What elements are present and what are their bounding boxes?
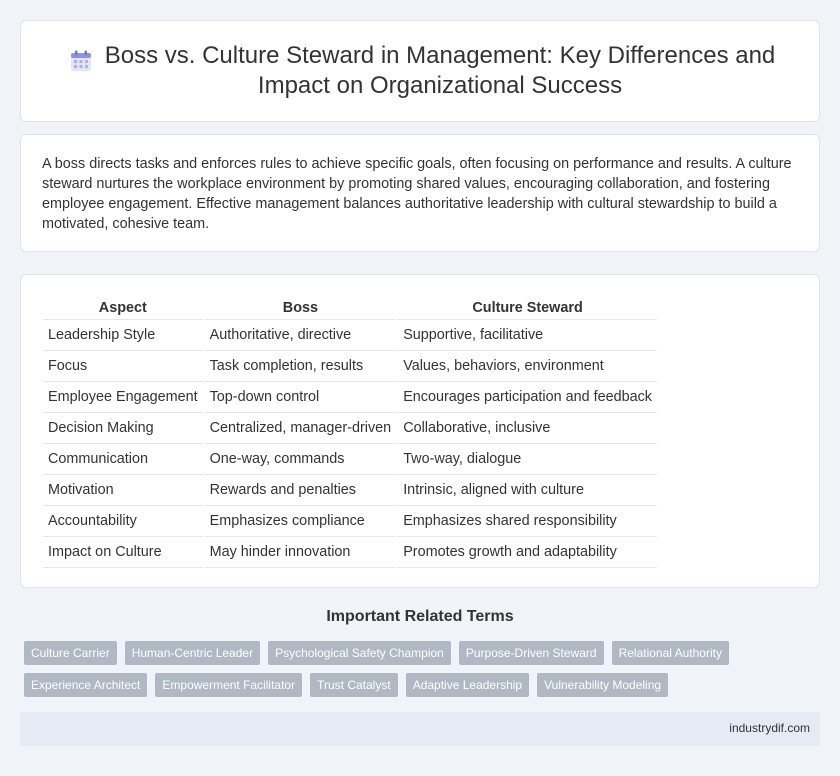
table-cell: May hinder innovation [203,536,399,568]
comparison-table: Aspect Boss Culture Steward Leadership S… [43,295,657,568]
related-term-tag[interactable]: Vulnerability Modeling [537,673,669,697]
related-term-tag[interactable]: Empowerment Facilitator [155,673,303,697]
table-row: Leadership Style Authoritative, directiv… [43,319,657,351]
related-term-tag[interactable]: Trust Catalyst [310,673,398,697]
table-row: Motivation Rewards and penalties Intrins… [43,474,657,506]
table-row: Focus Task completion, results Values, b… [43,350,657,382]
table-row: Communication One-way, commands Two-way,… [43,443,657,475]
table-cell: Leadership Style [43,319,205,351]
table-cell: Motivation [43,474,205,506]
table-cell: Emphasizes shared responsibility [397,505,657,537]
related-terms-heading: Important Related Terms [326,608,514,625]
table-cell: Accountability [43,505,205,537]
table-cell: Decision Making [43,412,205,444]
footer-site-link[interactable]: industrydif.com [729,721,810,735]
table-cell: Rewards and penalties [203,474,399,506]
table-cell: Supportive, facilitative [397,319,657,351]
table-cell: Authoritative, directive [203,319,399,351]
table-cell: Impact on Culture [43,536,205,568]
title-card: Boss vs. Culture Steward in Management: … [20,20,820,122]
table-cell: Top-down control [203,381,399,413]
table-cell: Centralized, manager-driven [203,412,399,444]
table-header-row: Aspect Boss Culture Steward [43,295,657,320]
related-term-tag[interactable]: Human-Centric Leader [124,641,261,665]
table-row: Impact on Culture May hinder innovation … [43,536,657,568]
table-cell: Collaborative, inclusive [397,412,657,444]
related-term-tag[interactable]: Experience Architect [24,673,148,697]
table-row: Employee Engagement Top-down control Enc… [43,381,657,413]
table-cell: Employee Engagement [43,381,205,413]
table-cell: Emphasizes compliance [203,505,399,537]
table-row: Accountability Emphasizes compliance Emp… [43,505,657,537]
related-term-tag[interactable]: Psychological Safety Champion [268,641,451,665]
related-term-tag[interactable]: Adaptive Leadership [405,673,530,697]
table-cell: Two-way, dialogue [397,443,657,475]
table-cell: Task completion, results [203,350,399,382]
table-cell: Values, behaviors, environment [397,350,657,382]
comparison-card: Aspect Boss Culture Steward Leadership S… [20,274,820,588]
related-term-tag[interactable]: Purpose-Driven Steward [458,641,604,665]
table-row: Decision Making Centralized, manager-dri… [43,412,657,444]
related-term-tag[interactable]: Relational Authority [611,641,729,665]
page-title: Boss vs. Culture Steward in Management: … [104,42,776,99]
table-cell: Focus [43,350,205,382]
related-term-tag[interactable]: Culture Carrier [24,641,117,665]
table-cell: Communication [43,443,205,475]
related-terms-list: Culture Carrier Human-Centric Leader Psy… [24,641,744,697]
table-cell: One-way, commands [203,443,399,475]
column-header-boss: Boss [203,295,399,320]
intro-paragraph: A boss directs tasks and enforces rules … [42,156,792,232]
table-cell: Intrinsic, aligned with culture [397,474,657,506]
intro-card: A boss directs tasks and enforces rules … [20,134,820,252]
table-cell: Encourages participation and feedback [397,381,657,413]
column-header-culture-steward: Culture Steward [397,295,657,320]
column-header-aspect: Aspect [43,295,205,320]
table-cell: Promotes growth and adaptability [397,536,657,568]
footer: industrydif.com [20,712,820,746]
